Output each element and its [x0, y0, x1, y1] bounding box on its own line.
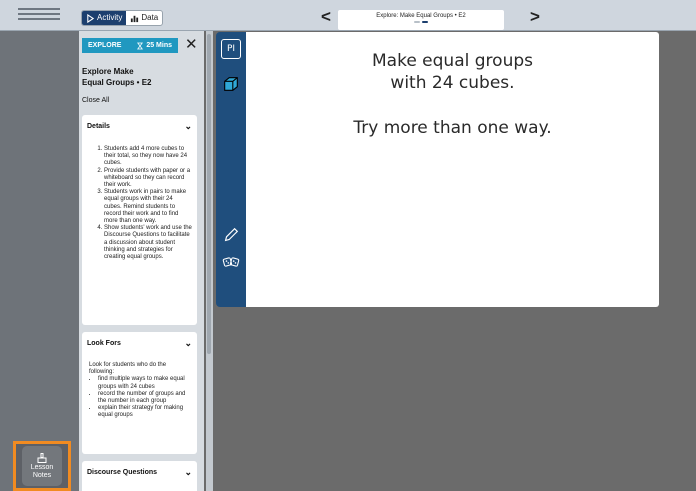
left-rail: [0, 31, 79, 491]
activity-tab[interactable]: Activity: [82, 11, 127, 25]
next-slide-button[interactable]: >: [530, 8, 540, 25]
discourse-heading: Discourse Questions: [87, 469, 158, 476]
top-bar: Activity Data < Explore: Make Equal Grou…: [0, 0, 696, 31]
chevron-down-icon: ⌄: [184, 467, 192, 477]
details-header[interactable]: Details ⌄: [87, 121, 192, 132]
list-item: Show students' work and use the Discours…: [104, 225, 192, 261]
cube-icon: [224, 77, 238, 91]
play-icon: [87, 13, 95, 23]
list-item: Students add 4 more cubes to their total…: [104, 146, 192, 168]
bar-chart-icon: [131, 15, 139, 22]
details-list: Students add 4 more cubes to their total…: [87, 146, 192, 261]
lesson-panel: EXPLORE 25 Mins ✕ Explore Make Equal Gro…: [79, 31, 204, 491]
slide-indicator: [338, 21, 504, 23]
podium-icon: [37, 452, 47, 463]
time-label: 25 Mins: [146, 42, 172, 49]
pi-button[interactable]: PI: [221, 39, 241, 59]
look-fors-list: find multiple ways to make equal groups …: [87, 376, 192, 419]
lesson-notes-tile: Lesson Notes: [22, 446, 62, 486]
view-toggle: Activity Data: [81, 10, 164, 26]
tool-strip: PI: [216, 32, 246, 307]
cube-tool[interactable]: [221, 74, 241, 94]
chevron-down-icon: ⌄: [184, 121, 192, 131]
panel-title-line-1: Explore Make: [82, 67, 134, 76]
hourglass-icon: [137, 42, 144, 49]
slide-canvas: Make equal groups with 24 cubes. Try mor…: [246, 32, 659, 307]
pencil-tool[interactable]: [221, 225, 241, 245]
pencil-icon: [224, 227, 239, 242]
discourse-header[interactable]: Discourse Questions ⌄: [87, 467, 192, 478]
data-tab-label: Data: [141, 13, 159, 22]
slide-prompt-line-2: with 24 cubes.: [390, 73, 515, 93]
list-item: Provide students with paper or a whitebo…: [104, 168, 192, 190]
look-fors-header[interactable]: Look Fors ⌄: [87, 338, 192, 349]
look-fors-heading: Look Fors: [87, 340, 121, 347]
list-item: record the number of groups and the numb…: [98, 391, 192, 405]
lesson-notes-button[interactable]: Lesson Notes: [13, 441, 71, 491]
close-panel-button[interactable]: ✕: [185, 35, 198, 53]
list-item: find multiple ways to make equal groups …: [98, 376, 192, 390]
panel-scrollbar[interactable]: [206, 31, 213, 491]
slide-title: Explore: Make Equal Groups • E2: [376, 13, 466, 19]
scrollbar-thumb[interactable]: [207, 34, 211, 354]
menu-icon[interactable]: [18, 8, 60, 22]
panel-title-line-2: Equal Groups • E2: [82, 78, 152, 87]
chevron-down-icon: ⌄: [184, 338, 192, 348]
dice-icon: [222, 257, 240, 267]
slide-prompt-line-1: Make equal groups: [372, 51, 533, 71]
previous-slide-button[interactable]: <: [321, 8, 331, 25]
panel-title: Explore Make Equal Groups • E2: [82, 66, 192, 88]
slide-prompt-line-3: Try more than one way.: [353, 118, 552, 138]
list-item: explain their strategy for making equal …: [98, 405, 192, 419]
list-item: Students work in pairs to make equal gro…: [104, 189, 192, 225]
explore-badge: EXPLORE 25 Mins: [82, 38, 178, 53]
data-tab[interactable]: Data: [126, 11, 162, 25]
lesson-notes-label-2: Notes: [32, 471, 52, 479]
dice-tool[interactable]: [221, 252, 241, 272]
activity-tab-label: Activity: [97, 13, 123, 22]
details-heading: Details: [87, 123, 110, 130]
close-all-link[interactable]: Close All: [82, 97, 109, 104]
slide-title-pill: Explore: Make Equal Groups • E2: [338, 10, 504, 30]
timer: 25 Mins: [137, 42, 172, 50]
explore-label: EXPLORE: [88, 42, 122, 49]
details-card: Details ⌄ Students add 4 more cubes to t…: [82, 115, 197, 325]
look-fors-intro: Look for students who do the following:: [89, 362, 167, 376]
look-fors-card: Look Fors ⌄ Look for students who do the…: [82, 332, 197, 454]
discourse-questions-card: Discourse Questions ⌄: [82, 461, 197, 491]
lesson-notes-label-1: Lesson: [30, 463, 54, 471]
